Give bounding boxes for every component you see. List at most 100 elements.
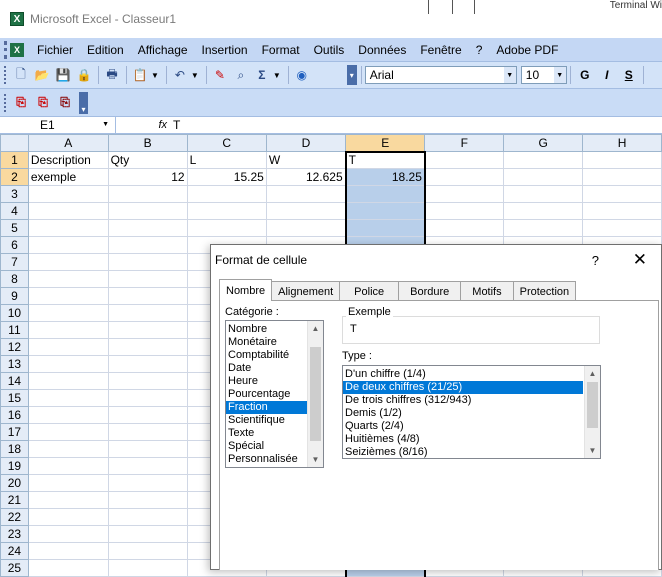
row-header[interactable]: 19 (0, 457, 29, 475)
cell-b14[interactable] (107, 372, 188, 390)
row-header[interactable]: 12 (0, 338, 29, 356)
cell-b18[interactable] (107, 440, 188, 458)
cell-b9[interactable] (107, 287, 188, 305)
cell-f4[interactable] (424, 202, 505, 220)
autosum-icon[interactable]: Σ (252, 65, 272, 85)
open-folder-icon[interactable]: 📂 (32, 65, 52, 85)
name-box-dropdown-icon[interactable]: ▼ (102, 121, 109, 128)
pdf-toolbar-options-icon[interactable]: ▾ (79, 91, 88, 114)
column-header-g[interactable]: G (503, 134, 584, 152)
menu-donnees[interactable]: Données (351, 43, 413, 57)
row-header[interactable]: 9 (0, 287, 29, 305)
cell-b24[interactable] (107, 542, 188, 560)
row-header[interactable]: 3 (0, 185, 29, 203)
cell-b15[interactable] (107, 389, 188, 407)
column-header-e[interactable]: E (345, 134, 426, 152)
type-item-0[interactable]: D'un chiffre (1/4) (343, 368, 583, 381)
column-header-b[interactable]: B (107, 134, 188, 152)
permission-icon[interactable]: 🔒 (74, 65, 94, 85)
cell-b12[interactable] (107, 338, 188, 356)
cell-a20[interactable] (27, 474, 109, 492)
column-header-h[interactable]: H (582, 134, 662, 152)
scroll-up-icon[interactable]: ▲ (308, 321, 323, 336)
row-header[interactable]: 20 (0, 474, 29, 492)
toolbar-options-icon[interactable]: ▾ (346, 65, 357, 85)
type-scrollbar[interactable]: ▲ ▼ (584, 366, 600, 458)
cell-a8[interactable] (27, 270, 109, 288)
cell-h4[interactable] (582, 202, 662, 220)
cell-a6[interactable] (27, 236, 109, 254)
font-size-box[interactable]: 10 ▼ (520, 66, 567, 84)
undo-dropdown-icon[interactable]: ▼ (191, 71, 199, 80)
column-header-c[interactable]: C (186, 134, 267, 152)
cell-a12[interactable] (27, 338, 109, 356)
menu-adobe-pdf[interactable]: Adobe PDF (489, 43, 565, 57)
insert-function-icon[interactable]: fx (116, 119, 171, 131)
hyperlink-icon[interactable]: ✎ (210, 65, 230, 85)
cell-b21[interactable] (107, 491, 188, 509)
cell-a19[interactable] (27, 457, 109, 475)
cell-b11[interactable] (107, 321, 188, 339)
formula-input[interactable]: T (171, 118, 180, 132)
row-header[interactable]: 10 (0, 304, 29, 322)
cell-d5[interactable] (265, 219, 347, 237)
cell-a3[interactable] (27, 185, 109, 203)
type-item-3[interactable]: Demis (1/2) (343, 407, 583, 420)
bold-button[interactable]: G (574, 65, 596, 85)
menu-fenetre[interactable]: Fenêtre (413, 43, 468, 57)
row-header[interactable]: 21 (0, 491, 29, 509)
menu-insertion[interactable]: Insertion (195, 43, 255, 57)
cell-c3[interactable] (186, 185, 267, 203)
print-icon[interactable]: 🖶 (102, 65, 122, 85)
cell-f1[interactable] (424, 151, 505, 169)
paste-dropdown-icon[interactable]: ▼ (151, 71, 159, 80)
font-size-dropdown-icon[interactable]: ▼ (553, 67, 566, 83)
cell-c4[interactable] (186, 202, 267, 220)
save-icon[interactable]: 💾 (53, 65, 73, 85)
row-header[interactable]: 18 (0, 440, 29, 458)
row-header[interactable]: 16 (0, 406, 29, 424)
cell-d2[interactable]: 12.625 (265, 168, 347, 186)
cell-f5[interactable] (424, 219, 505, 237)
help-icon[interactable]: ◉ (292, 65, 312, 85)
cell-d4[interactable] (265, 202, 347, 220)
category-scroll-thumb[interactable] (310, 347, 321, 441)
cell-g1[interactable] (503, 151, 584, 169)
cell-b19[interactable] (107, 457, 188, 475)
type-item-6[interactable]: Seizièmes (8/16) (343, 446, 583, 458)
row-header[interactable]: 6 (0, 236, 29, 254)
cell-c5[interactable] (186, 219, 267, 237)
cell-a1[interactable]: Description (27, 151, 109, 169)
toolbar-grip[interactable] (4, 66, 8, 84)
cell-b5[interactable] (107, 219, 188, 237)
menu-fichier[interactable]: Fichier (30, 43, 80, 57)
row-header[interactable]: 13 (0, 355, 29, 373)
category-list[interactable]: Nombre Monétaire Comptabilité Date Heure Pour… (225, 320, 324, 468)
type-item-2[interactable]: De trois chiffres (312/943) (343, 394, 583, 407)
row-header[interactable]: 11 (0, 321, 29, 339)
research-icon[interactable]: ⌕ (231, 65, 251, 85)
cell-a2[interactable]: exemple (27, 168, 109, 186)
menu-edition[interactable]: Edition (80, 43, 131, 57)
cell-a10[interactable] (27, 304, 109, 322)
row-header[interactable]: 2 (0, 168, 29, 186)
cell-a21[interactable] (27, 491, 109, 509)
cell-e5[interactable] (344, 219, 426, 237)
select-all-corner[interactable] (0, 134, 29, 152)
cell-a4[interactable] (27, 202, 109, 220)
cell-a22[interactable] (27, 508, 109, 526)
cell-b17[interactable] (107, 423, 188, 441)
cell-b22[interactable] (107, 508, 188, 526)
tab-motifs[interactable]: Motifs (460, 281, 514, 301)
cell-a25[interactable] (27, 559, 109, 577)
cell-h2[interactable] (582, 168, 662, 186)
menu-outils[interactable]: Outils (307, 43, 352, 57)
cell-e4[interactable] (344, 202, 426, 220)
cell-a7[interactable] (27, 253, 109, 271)
name-box[interactable]: E1 ▼ (0, 116, 116, 134)
cell-d1[interactable]: W (265, 151, 347, 169)
paste-icon[interactable]: 📋 (130, 65, 150, 85)
row-header[interactable]: 25 (0, 559, 29, 577)
row-header[interactable]: 4 (0, 202, 29, 220)
cell-e3[interactable] (344, 185, 426, 203)
